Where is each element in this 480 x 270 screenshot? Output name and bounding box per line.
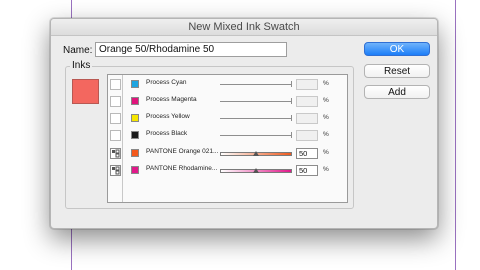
ink-color-swatch bbox=[131, 131, 139, 139]
ink-percentage-slider[interactable] bbox=[220, 168, 292, 173]
slider-track bbox=[220, 118, 292, 119]
ink-color-swatch bbox=[131, 149, 139, 157]
slider-track bbox=[220, 84, 292, 85]
spot-ink-include-icon[interactable] bbox=[110, 148, 121, 159]
ink-color-swatch bbox=[131, 166, 139, 174]
ink-percentage-slider[interactable] bbox=[220, 81, 292, 87]
name-label: Name: bbox=[63, 45, 93, 56]
include-ink-checkbox[interactable] bbox=[110, 79, 121, 90]
ink-percentage-input[interactable] bbox=[296, 79, 318, 90]
ok-button[interactable]: OK bbox=[364, 42, 430, 56]
ink-name: PANTONE Orange 021... bbox=[146, 148, 218, 155]
slider-endcap bbox=[291, 98, 292, 104]
include-ink-checkbox[interactable] bbox=[110, 113, 121, 124]
spot-ink-include-icon[interactable] bbox=[110, 165, 121, 176]
ink-percentage-input[interactable] bbox=[296, 113, 318, 124]
percent-sign: % bbox=[323, 149, 329, 156]
ink-color-swatch bbox=[131, 97, 139, 105]
ink-row[interactable]: PANTONE Rhodamine... 50% bbox=[108, 163, 347, 180]
slider-track bbox=[220, 135, 292, 136]
ink-row[interactable]: Process Magenta% bbox=[108, 94, 347, 111]
guide-line-right bbox=[455, 0, 456, 270]
slider-endcap bbox=[291, 132, 292, 138]
ink-percentage-slider[interactable] bbox=[220, 98, 292, 104]
ink-row[interactable]: Process Yellow% bbox=[108, 111, 347, 128]
slider-endcap bbox=[291, 81, 292, 87]
percent-sign: % bbox=[323, 114, 329, 121]
ink-row[interactable]: Process Black% bbox=[108, 128, 347, 145]
reset-button[interactable]: Reset bbox=[364, 64, 430, 78]
include-ink-checkbox[interactable] bbox=[110, 130, 121, 141]
ink-percentage-input[interactable] bbox=[296, 130, 318, 141]
ink-list: Process Cyan% Process Magenta% Process Yel… bbox=[107, 74, 348, 203]
ink-name: Process Magenta bbox=[146, 96, 197, 103]
slider-track bbox=[220, 101, 292, 102]
ink-name: Process Cyan bbox=[146, 79, 187, 86]
ink-percentage-input[interactable]: 50 bbox=[296, 148, 318, 159]
ink-color-swatch bbox=[131, 80, 139, 88]
mixed-ink-preview-swatch bbox=[72, 79, 99, 104]
name-input[interactable] bbox=[95, 42, 287, 57]
ink-name: Process Yellow bbox=[146, 113, 190, 120]
percent-sign: % bbox=[323, 166, 329, 173]
ink-row[interactable]: PANTONE Orange 021... 50% bbox=[108, 146, 347, 163]
add-button[interactable]: Add bbox=[364, 85, 430, 99]
slider-thumb-icon[interactable] bbox=[253, 168, 259, 173]
ink-name: PANTONE Rhodamine... bbox=[146, 165, 218, 172]
ink-percentage-input[interactable]: 50 bbox=[296, 165, 318, 176]
ink-percentage-slider[interactable] bbox=[220, 151, 292, 156]
percent-sign: % bbox=[323, 80, 329, 87]
inks-group-label: Inks bbox=[70, 60, 93, 71]
include-ink-checkbox[interactable] bbox=[110, 96, 121, 107]
ink-color-swatch bbox=[131, 114, 139, 122]
slider-endcap bbox=[291, 115, 292, 121]
slider-thumb-icon[interactable] bbox=[253, 151, 259, 156]
ink-percentage-slider[interactable] bbox=[220, 115, 292, 121]
percent-sign: % bbox=[323, 131, 329, 138]
percent-sign: % bbox=[323, 97, 329, 104]
new-mixed-ink-swatch-dialog: New Mixed Ink Swatch Name: OK Reset Add … bbox=[50, 18, 438, 229]
ink-percentage-slider[interactable] bbox=[220, 132, 292, 138]
ink-name: Process Black bbox=[146, 130, 188, 137]
ink-percentage-input[interactable] bbox=[296, 96, 318, 107]
ink-row[interactable]: Process Cyan% bbox=[108, 77, 347, 94]
dialog-title: New Mixed Ink Swatch bbox=[51, 19, 437, 36]
